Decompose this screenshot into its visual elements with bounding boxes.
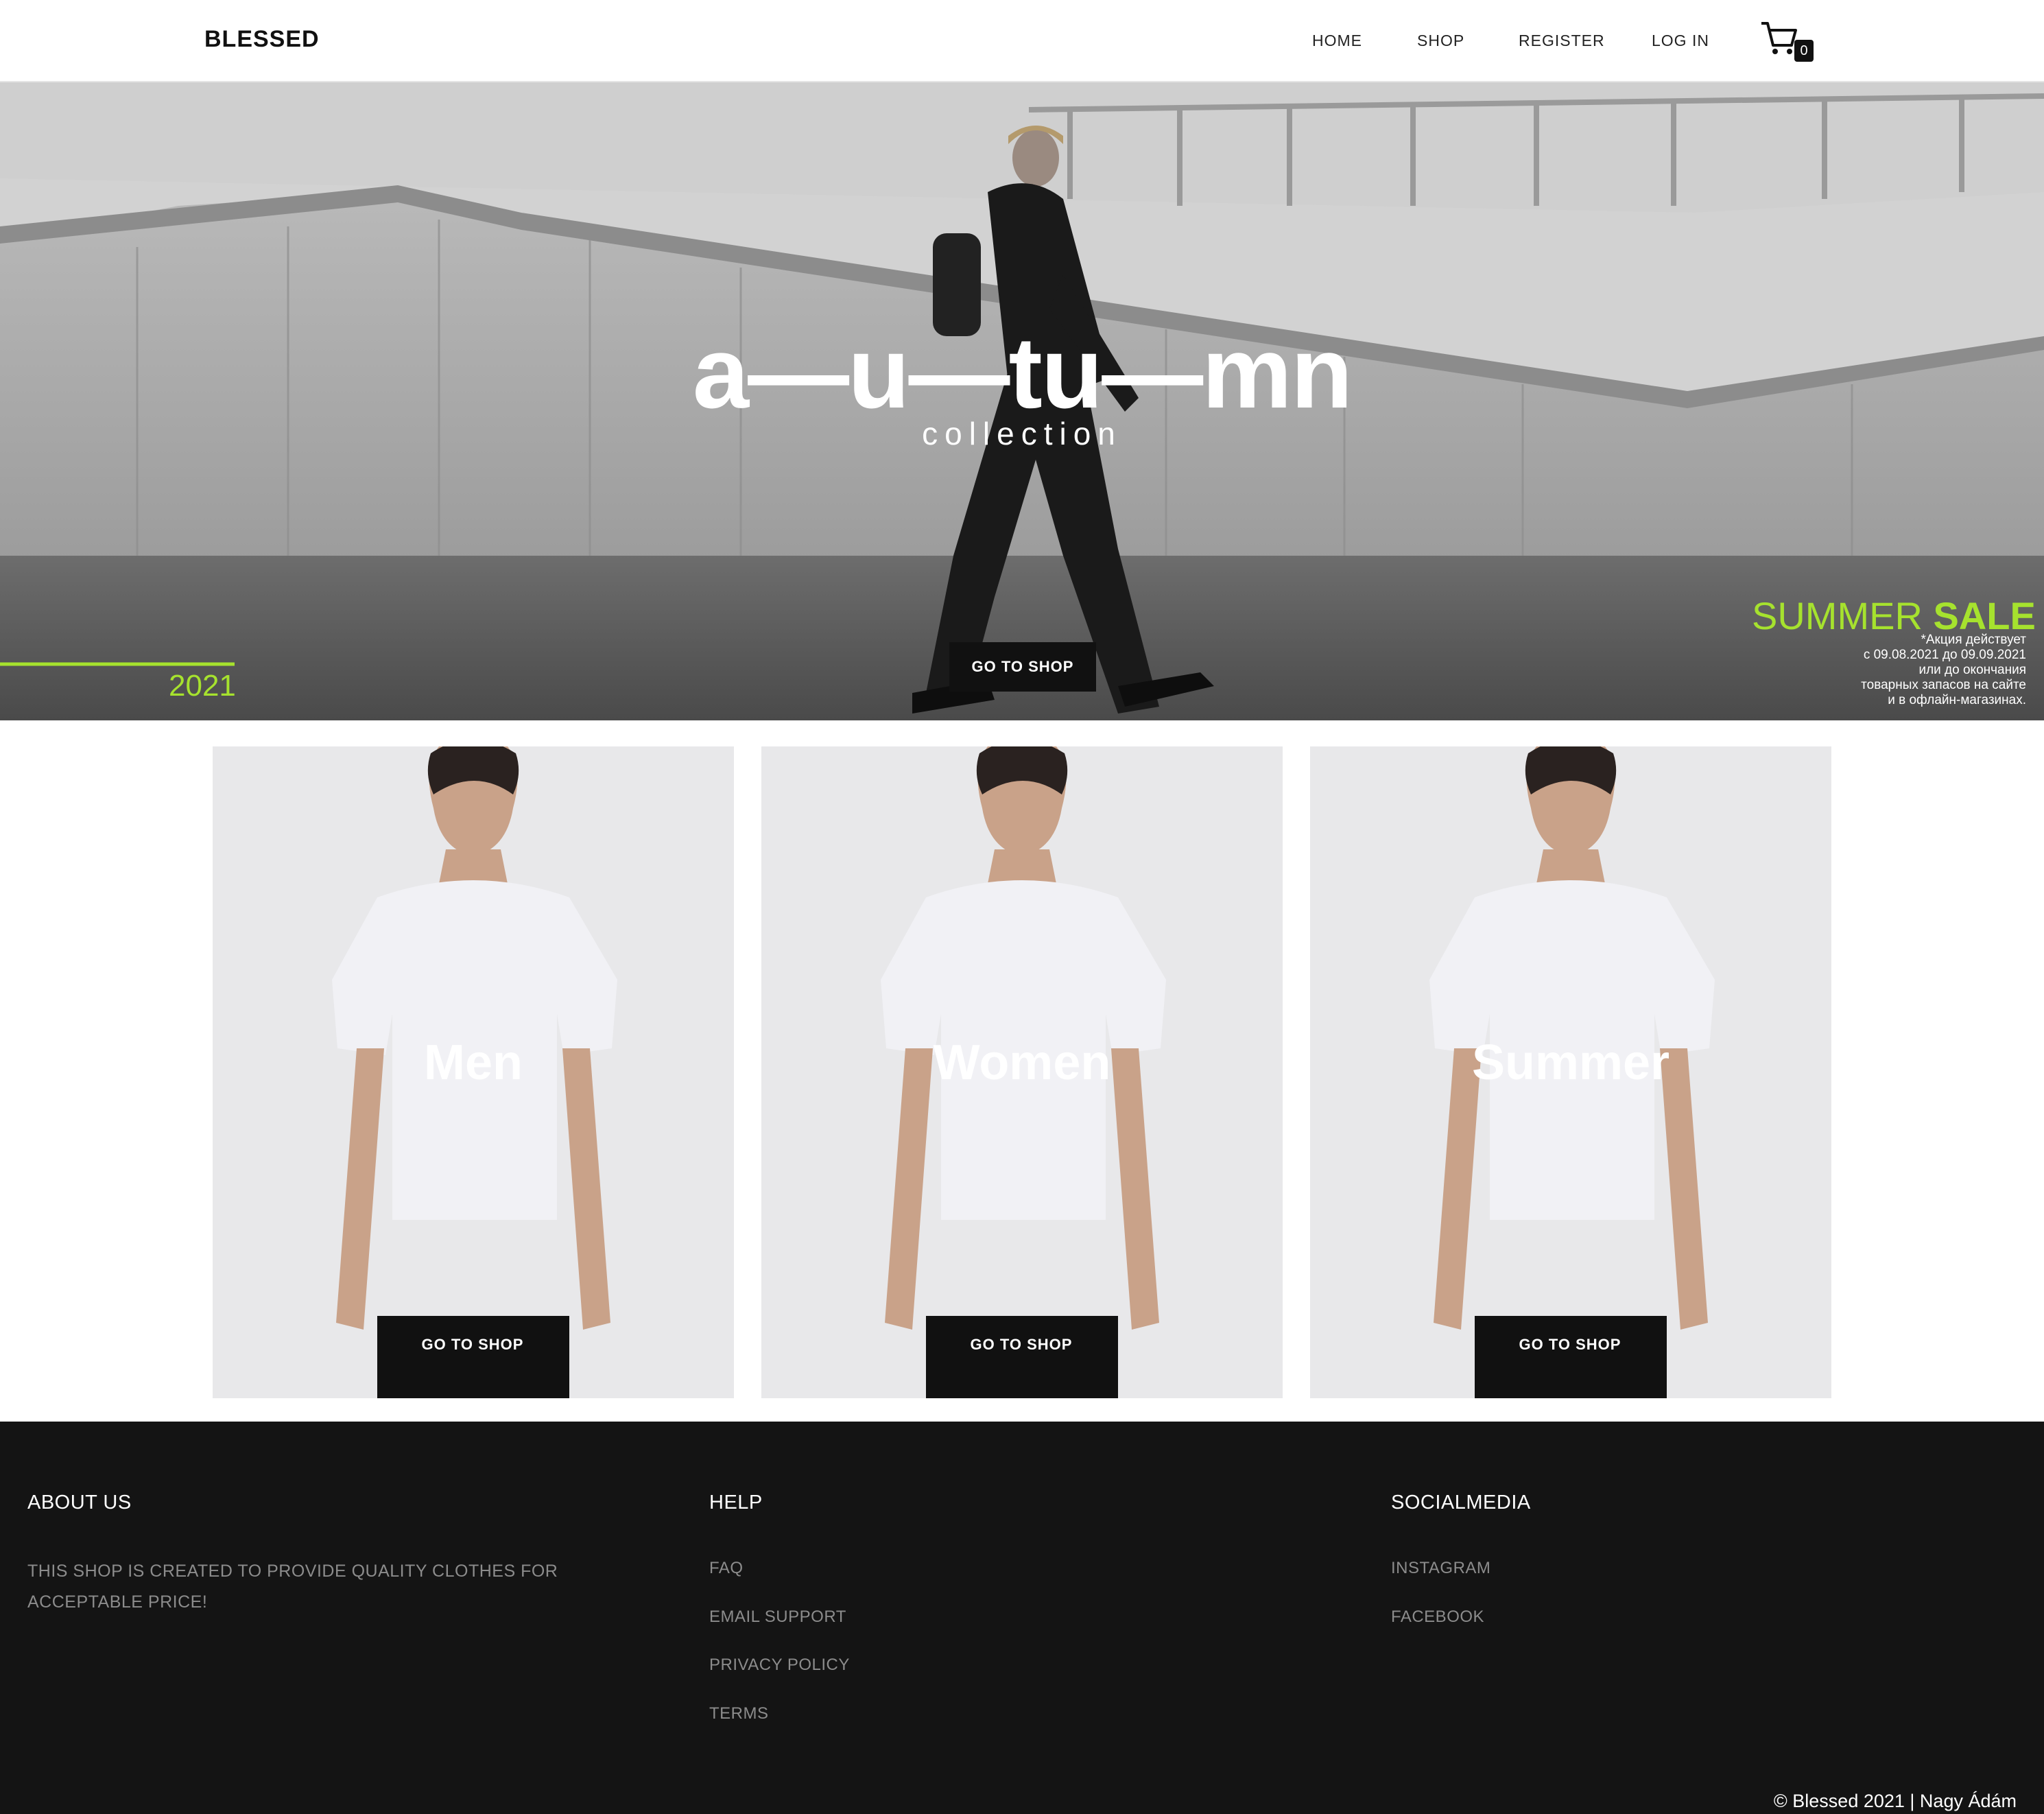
navbar: BLESSED HOME SHOP REGISTER LOG IN 0 bbox=[0, 0, 2044, 82]
footer-link-privacy-policy[interactable]: PRIVACY POLICY bbox=[709, 1656, 850, 1675]
footer-about-heading: ABOUT US bbox=[27, 1492, 132, 1513]
shopping-cart-icon bbox=[1761, 22, 1797, 54]
category-card-summer[interactable]: Summer GO TO SHOP bbox=[1310, 746, 1831, 1398]
category-title-men: Men bbox=[424, 1035, 523, 1090]
hero-title: a—u—tu—mn bbox=[692, 316, 1353, 429]
copyright-text: © Blessed 2021 | Nagy Ádám bbox=[1773, 1791, 2017, 1811]
nav-link-register[interactable]: REGISTER bbox=[1519, 32, 1605, 50]
footer-link-facebook[interactable]: FACEBOOK bbox=[1391, 1607, 1484, 1627]
category-title-summer: Summer bbox=[1471, 1035, 1670, 1090]
hero-go-to-shop-button[interactable]: GO TO SHOP bbox=[949, 642, 1096, 692]
hero-subtitle: collection bbox=[922, 416, 1122, 451]
nav-link-shop[interactable]: SHOP bbox=[1417, 32, 1464, 50]
women-go-to-shop-button[interactable]: GO TO SHOP bbox=[947, 1320, 1095, 1369]
footer-help-heading: HELP bbox=[709, 1492, 763, 1513]
nav-link-home[interactable]: HOME bbox=[1312, 32, 1362, 50]
footer-link-instagram[interactable]: INSTAGRAM bbox=[1391, 1559, 1490, 1578]
sale-word-summer: SUMMER bbox=[1752, 594, 1923, 637]
sale-word-sale: SALE bbox=[1933, 594, 2036, 637]
hero-year: 2021 bbox=[169, 669, 236, 703]
category-card-women[interactable]: Women GO TO SHOP bbox=[761, 746, 1283, 1398]
sale-note-line: *Акция действует bbox=[1921, 633, 2026, 647]
brand-logo[interactable]: BLESSED bbox=[204, 26, 320, 53]
category-title-women: Women bbox=[933, 1035, 1111, 1090]
sale-note-line: с 09.08.2021 до 09.09.2021 bbox=[1863, 648, 2026, 662]
footer-link-faq[interactable]: FAQ bbox=[709, 1559, 744, 1578]
sale-note: *Акция действует с 09.08.2021 до 09.09.2… bbox=[1779, 633, 2026, 708]
footer-link-terms[interactable]: TERMS bbox=[709, 1704, 769, 1723]
sale-note-line: и в офлайн-магазинах. bbox=[1888, 693, 2026, 707]
summer-go-to-shop-button[interactable]: GO TO SHOP bbox=[1496, 1320, 1644, 1369]
sale-note-line: или до окончания bbox=[1918, 663, 2026, 677]
footer-about-text: THIS SHOP IS CREATED TO PROVIDE QUALITY … bbox=[27, 1562, 558, 1612]
sale-note-line: товарных запасов на сайте bbox=[1861, 678, 2026, 692]
nav-link-login[interactable]: LOG IN bbox=[1652, 32, 1709, 50]
men-go-to-shop-button[interactable]: GO TO SHOP bbox=[399, 1320, 547, 1369]
cart-button[interactable]: 0 bbox=[1760, 21, 1814, 62]
footer-link-email-support[interactable]: EMAIL SUPPORT bbox=[709, 1607, 846, 1627]
footer-social-heading: SOCIALMEDIA bbox=[1391, 1492, 1531, 1513]
hero-banner: a—u—tu—mn collection GO TO SHOP 2021 SUM… bbox=[0, 82, 2044, 720]
category-card-men[interactable]: Men GO TO SHOP bbox=[213, 746, 734, 1398]
summer-sale-heading: SUMMER SALE bbox=[1752, 593, 2036, 638]
footer: ABOUT US THIS SHOP IS CREATED TO PROVIDE… bbox=[0, 1422, 2044, 1814]
cart-count-badge: 0 bbox=[1794, 40, 1814, 62]
